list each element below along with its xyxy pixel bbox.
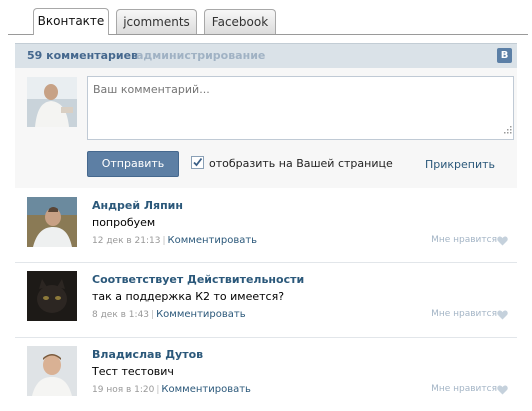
resize-grip-icon[interactable] (504, 126, 512, 134)
reply-link[interactable]: Комментировать (156, 309, 246, 320)
tab-bar: Вконтакте jcomments Facebook (0, 0, 532, 36)
like-link[interactable]: Мне нравится (431, 309, 497, 319)
like-link[interactable]: Мне нравится (431, 235, 497, 245)
user-avatar (27, 77, 77, 127)
heart-icon[interactable] (497, 236, 508, 246)
meta-separator: | (151, 310, 155, 320)
attach-link[interactable]: Прикрепить (425, 158, 495, 171)
comment-item: Соответствует Действительности так а под… (15, 262, 517, 336)
show-on-page-label: отобразить на Вашей странице (209, 157, 393, 170)
meta-separator: | (162, 236, 166, 246)
author-avatar[interactable] (27, 197, 77, 247)
comment-meta: 12 дек в 21:13 | Комментировать (92, 235, 257, 246)
reply-link[interactable]: Комментировать (161, 384, 251, 395)
comment-date[interactable]: 12 дек в 21:13 (92, 236, 160, 246)
reply-link[interactable]: Комментировать (168, 235, 258, 246)
comment-author[interactable]: Владислав Дутов (92, 348, 203, 361)
tab-jcomments[interactable]: jcomments (116, 9, 197, 34)
comment-item: Владислав Дутов Тест тестович 19 ноя в 1… (15, 337, 517, 411)
like-link[interactable]: Мне нравится (431, 384, 497, 394)
comment-form: Отправить отобразить на Вашей странице П… (15, 68, 517, 188)
comment-item: Андрей Ляпин попробуем 12 дек в 21:13 | Ко… (15, 188, 517, 262)
comment-input[interactable] (87, 76, 514, 140)
comment-text: попробуем (92, 216, 156, 229)
vk-logo-icon: B (497, 48, 512, 63)
show-on-page-checkbox[interactable] (191, 156, 204, 169)
admin-link[interactable]: администрирование (136, 49, 265, 62)
checkmark-icon (193, 157, 203, 167)
author-avatar[interactable] (27, 346, 77, 396)
comment-count: 59 комментариев (27, 49, 139, 62)
comment-meta: 19 ноя в 1:20 | Комментировать (92, 384, 251, 395)
send-button[interactable]: Отправить (87, 151, 179, 177)
comment-author[interactable]: Андрей Ляпин (92, 199, 183, 212)
tab-vkontakte[interactable]: Вконтакте (33, 8, 109, 35)
tab-facebook[interactable]: Facebook (204, 9, 276, 34)
comment-text: Тест тестович (92, 365, 174, 378)
comment-text: так а поддержка К2 то имеется? (92, 290, 285, 303)
comments-header: 59 комментариев администрирование B (15, 43, 517, 68)
comment-date[interactable]: 8 дек в 1:43 (92, 310, 149, 320)
comment-meta: 8 дек в 1:43 | Комментировать (92, 309, 246, 320)
heart-icon[interactable] (497, 310, 508, 320)
author-avatar[interactable] (27, 271, 77, 321)
comment-author[interactable]: Соответствует Действительности (92, 273, 304, 286)
